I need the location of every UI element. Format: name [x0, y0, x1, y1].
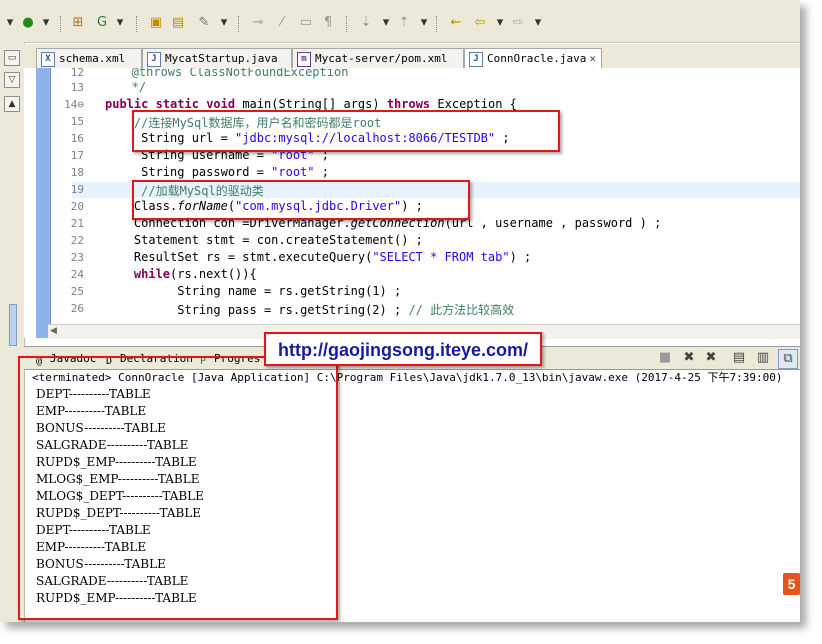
line-number: 20: [70, 200, 84, 213]
next-dropdown-icon[interactable]: ▾: [376, 14, 396, 32]
code-line: ResultSet rs = stmt.executeQuery("SELECT…: [105, 250, 532, 264]
maven-file-icon: m: [297, 52, 311, 67]
line-number: 26: [70, 302, 84, 315]
tab-label: Mycat-server/pom.xml: [315, 52, 448, 65]
tab-connoracle[interactable]: J ConnOracle.java ✕: [464, 48, 602, 68]
line-number: 12: [70, 68, 84, 79]
line-number: 18: [70, 166, 84, 179]
open-type-icon[interactable]: ▣: [146, 14, 166, 32]
clear-console-icon[interactable]: ▤: [730, 349, 748, 367]
chevron-down-icon[interactable]: ▾: [0, 14, 20, 32]
forward-dropdown-icon[interactable]: ▾: [528, 14, 548, 32]
prev-annotation-icon[interactable]: ⇡: [394, 14, 414, 32]
line-number: 24: [70, 268, 84, 281]
code-line: Statement stmt = con.createStatement() ;: [105, 233, 423, 247]
pin-icon[interactable]: ⊸: [248, 14, 268, 32]
annotation-box-console: [18, 356, 338, 620]
code-line: String pass = rs.getString(2) ; // 此方法比较…: [105, 303, 515, 317]
block-icon[interactable]: ▭: [296, 14, 316, 32]
java-file-icon: J: [469, 52, 483, 67]
remove-launch-icon[interactable]: ✖: [680, 349, 698, 367]
code-editor[interactable]: 12 @throws ClassNotFoundException 13 */ …: [24, 68, 800, 338]
tab-label: MycatStartup.java: [165, 52, 278, 65]
line-number: 21: [70, 217, 84, 230]
html5-logo-icon: 5: [783, 573, 800, 595]
code-line: while(rs.next()){: [133, 267, 257, 281]
new-dropdown-icon[interactable]: ▾: [110, 14, 130, 32]
scroll-thumb[interactable]: [9, 304, 17, 346]
prev-dropdown-icon[interactable]: ▾: [414, 14, 434, 32]
annotation-box-driver: [132, 180, 470, 220]
code-line: public static void main(String[] args) t…: [105, 97, 517, 111]
code-line: @throws ClassNotFoundException: [110, 68, 349, 79]
restore-icon[interactable]: ▭: [4, 50, 20, 66]
paragraph-icon[interactable]: ¶: [318, 14, 338, 32]
scroll-left-icon[interactable]: ◀: [50, 326, 57, 336]
search-dropdown-icon[interactable]: ▾: [214, 14, 234, 32]
last-edit-icon[interactable]: ⇜: [446, 14, 466, 32]
back-icon[interactable]: ⇦: [470, 14, 490, 32]
main-toolbar: ▾ ● ▾ ⊞ G ▾ ▣ ▤ ✎ ▾ ⊸ ⁄ ▭ ¶ ⇣ ▾ ⇡ ▾ ⇜ ⇦ …: [0, 0, 800, 43]
java-file-icon: J: [147, 52, 161, 67]
annotation-box-url: [132, 110, 560, 152]
mark-icon[interactable]: ⁄: [272, 14, 292, 32]
remove-all-icon[interactable]: ✖: [702, 349, 720, 367]
xml-file-icon: X: [41, 52, 55, 67]
tab-mycatstartup[interactable]: J MycatStartup.java: [142, 48, 292, 68]
stop-icon[interactable]: ■: [656, 349, 674, 367]
close-icon[interactable]: ✕: [589, 49, 596, 69]
line-number: 19: [70, 183, 84, 196]
tab-label: schema.xml: [59, 52, 126, 65]
next-annotation-icon[interactable]: ⇣: [356, 14, 376, 32]
line-number: 14⊖: [64, 98, 84, 111]
new-package-icon[interactable]: ⊞: [68, 14, 88, 32]
code-line: String password = "root" ;: [105, 165, 329, 179]
line-number: 23: [70, 251, 84, 264]
forward-icon[interactable]: ⇨: [508, 14, 528, 32]
search-icon[interactable]: ✎: [194, 14, 214, 32]
code-line: */: [110, 80, 147, 94]
line-number: 25: [70, 285, 84, 298]
code-line: String name = rs.getString(1) ;: [105, 284, 402, 298]
eclipse-window: ▾ ● ▾ ⊞ G ▾ ▣ ▤ ✎ ▾ ⊸ ⁄ ▭ ¶ ⇣ ▾ ⇡ ▾ ⇜ ⇦ …: [0, 0, 800, 622]
back-dropdown-icon[interactable]: ▾: [490, 14, 510, 32]
run-dropdown-icon[interactable]: ▾: [36, 14, 56, 32]
tab-schema-xml[interactable]: X schema.xml: [36, 48, 142, 68]
new-class-icon[interactable]: G: [92, 14, 112, 32]
view-menu-icon[interactable]: ▽: [4, 72, 20, 88]
line-number: 15: [70, 115, 84, 128]
scroll-up-icon[interactable]: ▲: [4, 96, 20, 112]
line-number: 22: [70, 234, 84, 247]
watermark-url: http://gaojingsong.iteye.com/: [264, 332, 542, 366]
run-icon[interactable]: ●: [18, 14, 38, 32]
open-folder-icon[interactable]: ▤: [168, 14, 188, 32]
line-number: 13: [70, 81, 84, 94]
line-number: 17: [70, 149, 84, 162]
editor-tab-bar: X schema.xml J MycatStartup.java m Mycat…: [24, 44, 800, 69]
tab-label: ConnOracle.java: [487, 52, 587, 65]
scroll-lock-icon[interactable]: ▥: [754, 349, 772, 367]
pin-console-icon[interactable]: ⧉: [778, 349, 798, 369]
line-number: 16: [70, 132, 84, 145]
tab-pom-xml[interactable]: m Mycat-server/pom.xml: [292, 48, 464, 68]
